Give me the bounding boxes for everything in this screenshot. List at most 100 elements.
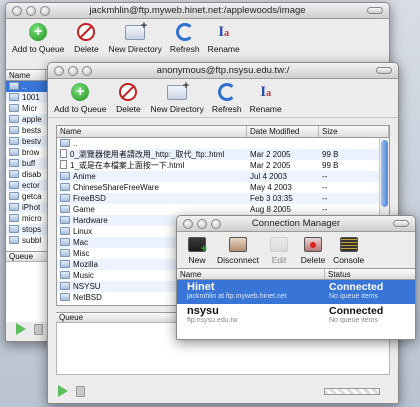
toolbar: + Add to Queue Delete New Directory Refr… bbox=[6, 19, 389, 57]
connection-name: Hinet bbox=[187, 281, 215, 293]
minimize-icon[interactable] bbox=[197, 219, 207, 229]
zoom-icon[interactable] bbox=[40, 6, 50, 16]
refresh-button[interactable]: Refresh bbox=[212, 82, 242, 117]
new-directory-button[interactable]: New Directory bbox=[150, 80, 203, 117]
button-label: Console bbox=[333, 255, 365, 265]
file-date: Aug 8 2005 bbox=[250, 205, 291, 214]
column-header-name[interactable]: Name bbox=[177, 269, 325, 279]
window-titlebar[interactable]: anonymous@ftp.nsysu.edu.tw:/ bbox=[48, 63, 398, 79]
console-icon bbox=[339, 237, 358, 252]
folder-icon bbox=[60, 293, 70, 301]
rename-icon: Ia bbox=[260, 83, 272, 100]
column-header-name[interactable]: Name bbox=[6, 70, 46, 80]
window-title: jackmhlin@ftp.myweb.hinet.net:/applewood… bbox=[89, 5, 306, 16]
minimize-icon[interactable] bbox=[26, 6, 36, 16]
file-row[interactable]: Game Aug 8 2005 -- bbox=[57, 204, 389, 215]
close-icon[interactable] bbox=[12, 6, 22, 16]
file-date bbox=[247, 138, 319, 149]
folder-icon bbox=[9, 93, 19, 101]
window-titlebar[interactable]: Connection Manager bbox=[177, 216, 415, 232]
folder-icon bbox=[9, 236, 19, 244]
column-header-date[interactable]: Date Modified bbox=[247, 126, 319, 137]
file-name: iPhot bbox=[22, 203, 41, 212]
toolbar-toggle-icon[interactable] bbox=[376, 67, 392, 74]
button-label: Add to Queue bbox=[54, 104, 107, 114]
file-date: May 4 2003 bbox=[250, 183, 292, 192]
file-row[interactable]: 1_或是在本檔案上面按一下.html Mar 2 2005 99 B bbox=[57, 160, 389, 171]
connection-row[interactable]: nsysu ftp.nsysu.edu.tw Connected No queue i… bbox=[177, 304, 415, 328]
button-label: New bbox=[188, 255, 206, 265]
file-name: subbl bbox=[22, 236, 42, 245]
file-name: Micr bbox=[22, 104, 38, 113]
file-name: bestv bbox=[22, 137, 42, 146]
trash-icon[interactable] bbox=[34, 323, 43, 335]
column-header-status[interactable]: Status bbox=[325, 269, 415, 279]
file-name: 0_瀏覽器使用者請改用_http:_取代_ftp:.html bbox=[70, 150, 225, 159]
disconnect-button[interactable]: Disconnect bbox=[217, 236, 259, 268]
file-row[interactable]: 0_瀏覽器使用者請改用_http:_取代_ftp:.html Mar 2 2005… bbox=[57, 149, 389, 160]
delete-connection-button[interactable]: Delete bbox=[299, 236, 327, 268]
trash-icon[interactable] bbox=[76, 385, 85, 397]
edit-button[interactable]: Edit bbox=[265, 236, 293, 268]
start-queue-icon[interactable] bbox=[16, 323, 26, 335]
window-title: Connection Manager bbox=[251, 218, 341, 229]
minimize-icon[interactable] bbox=[68, 66, 78, 76]
folder-icon bbox=[9, 115, 19, 123]
document-icon bbox=[60, 160, 67, 169]
toolbar-toggle-icon[interactable] bbox=[393, 220, 409, 227]
toolbar: + Add to Queue Delete New Directory Refr… bbox=[48, 79, 398, 117]
file-row[interactable]: ChineseShareFreeWare May 4 2003 -- bbox=[57, 182, 389, 193]
file-name: FreeBSD bbox=[73, 194, 106, 203]
file-name: bests bbox=[22, 126, 42, 135]
button-label: Delete bbox=[116, 104, 141, 114]
new-directory-button[interactable]: New Directory bbox=[108, 20, 162, 57]
delete-icon bbox=[119, 83, 138, 101]
file-name: Linux bbox=[73, 227, 93, 236]
start-queue-icon[interactable] bbox=[58, 385, 68, 397]
file-row[interactable]: FreeBSD Feb 3 03:35 -- bbox=[57, 193, 389, 204]
folder-icon bbox=[9, 104, 19, 112]
file-name: 1_或是在本檔案上面按一下.html bbox=[70, 161, 185, 170]
edit-icon bbox=[270, 237, 289, 252]
connection-row[interactable]: Hinet jackmhlin at ftp.myweb.hinet.net Con… bbox=[177, 280, 415, 304]
column-header-name[interactable]: Name bbox=[57, 126, 247, 137]
window-titlebar[interactable]: jackmhlin@ftp.myweb.hinet.net:/applewood… bbox=[6, 3, 389, 19]
scrollbar-thumb[interactable] bbox=[381, 140, 388, 207]
refresh-icon bbox=[217, 83, 236, 101]
add-icon: + bbox=[29, 23, 48, 41]
close-icon[interactable] bbox=[54, 66, 64, 76]
rename-icon: Ia bbox=[218, 23, 230, 40]
refresh-icon bbox=[175, 23, 194, 41]
rename-button[interactable]: Ia Rename bbox=[208, 22, 240, 57]
delete-button[interactable]: Delete bbox=[114, 82, 142, 117]
zoom-icon[interactable] bbox=[82, 66, 92, 76]
add-to-queue-button[interactable]: + Add to Queue bbox=[12, 22, 64, 57]
folder-icon bbox=[60, 205, 70, 213]
folder-icon bbox=[9, 82, 19, 90]
refresh-button[interactable]: Refresh bbox=[170, 22, 200, 57]
file-name: NSYSU bbox=[73, 282, 101, 291]
rename-button[interactable]: Ia Rename bbox=[250, 82, 282, 117]
file-name: ChineseShareFreeWare bbox=[73, 183, 159, 192]
file-name: 1001 bbox=[22, 93, 40, 102]
file-date: Mar 2 2005 bbox=[250, 150, 291, 159]
new-connection-button[interactable]: New bbox=[183, 236, 211, 268]
folder-icon bbox=[60, 216, 70, 224]
file-row[interactable]: .. bbox=[57, 138, 389, 149]
add-to-queue-button[interactable]: + Add to Queue bbox=[54, 82, 106, 117]
console-button[interactable]: Console bbox=[333, 236, 364, 268]
file-date: Feb 3 03:35 bbox=[250, 194, 293, 203]
button-label: New Directory bbox=[108, 44, 162, 54]
delete-button[interactable]: Delete bbox=[72, 22, 100, 57]
button-label: Disconnect bbox=[217, 255, 260, 265]
file-name: .. bbox=[73, 139, 78, 148]
connection-list-header: Name Status bbox=[177, 268, 415, 280]
column-header-size[interactable]: Size bbox=[319, 126, 389, 137]
file-row[interactable]: Anime Jul 4 2003 -- bbox=[57, 171, 389, 182]
folder-icon bbox=[60, 227, 70, 235]
close-icon[interactable] bbox=[183, 219, 193, 229]
zoom-icon[interactable] bbox=[211, 219, 221, 229]
toolbar-toggle-icon[interactable] bbox=[367, 7, 383, 14]
file-name: .. bbox=[22, 82, 27, 91]
button-label: Rename bbox=[207, 44, 240, 54]
